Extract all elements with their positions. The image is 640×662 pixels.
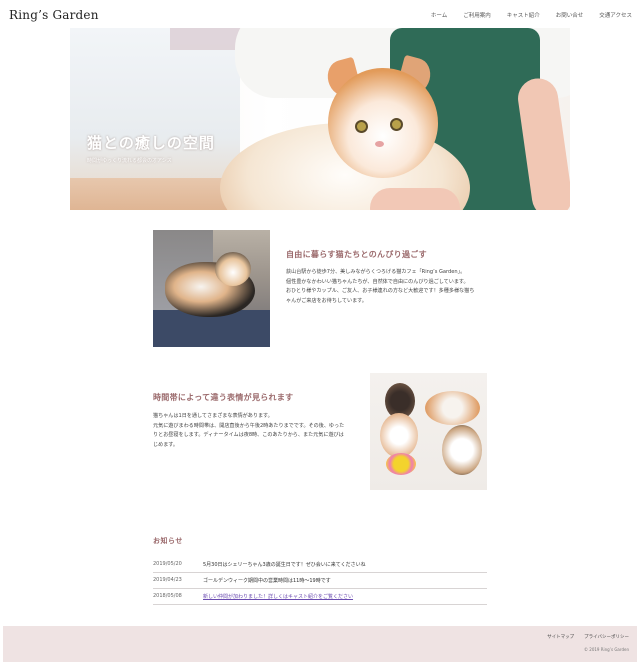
footer-privacy-link[interactable]: プライバシーポリシー (584, 634, 629, 640)
main-nav: ホーム ご利用案内 キャスト紹介 お問い合せ 交通アクセス (431, 11, 632, 19)
news-link[interactable]: 新しい仲間が加わりました！詳しくはキャスト紹介をご覧ください (203, 593, 353, 600)
hero-hand (370, 188, 460, 210)
nav-guide[interactable]: ご利用案内 (463, 11, 491, 19)
nav-home[interactable]: ホーム (431, 11, 447, 19)
section1-line: おひとり様やカップル、ご友人、お子様連れの方など大歓迎です！多種多様な猫ち (286, 288, 475, 294)
news-text: 5月30日はシェリーちゃん3歳の誕生日です！ぜひ会いに来てくださいね (203, 562, 366, 568)
section2-line: りとお昼寝をします。ディナータイムは夜8時、このあたりから、また元気に遊びは (153, 432, 344, 438)
cat-toy (386, 453, 416, 475)
section2-line: 猫ちゃんは1日を通してさまざまな表情があります。 (153, 413, 273, 419)
nav-access[interactable]: 交通アクセス (599, 11, 632, 19)
section1-line: 荻山台駅から徒歩7分、美しみながらくつろげる猫カフェ「Ring’s Garden… (286, 269, 466, 275)
copyright: © 2019 Ring’s Garden (584, 647, 629, 652)
hero-banner: 猫との癒しの空間 時間がゆっくり流れる都会のオアシス (70, 28, 570, 210)
news-item: 2019/04/23 ゴールデンウィーク期間中の営業時間は11時〜19時です (153, 573, 487, 589)
nav-cast[interactable]: キャスト紹介 (507, 11, 540, 19)
section2-line: じめます。 (153, 441, 178, 448)
news-title: お知らせ (153, 537, 183, 545)
section1-line: 個性豊かなかわいい猫ちゃんたちが、自然体で自由にのんびり過ごしています。 (286, 278, 469, 285)
news-date: 2019/05/20 (153, 561, 182, 567)
section2-text: 猫ちゃんは1日を通してさまざまな表情があります。 元気に遊びまわる時間帯は、開店… (153, 412, 344, 450)
hero-cat-head (328, 68, 438, 178)
section1-line: ゃんがご来店をお待ちしています。 (286, 297, 367, 304)
news-item: 2018/05/08 新しい仲間が加わりました！詳しくはキャスト紹介をご覧くださ… (153, 589, 487, 605)
section2-title: 時間帯によって違う表情が見られます (153, 393, 294, 402)
site-header: Ring’s Garden ホーム ご利用案内 キャスト紹介 お問い合せ 交通ア… (0, 0, 640, 28)
orange-cat (425, 391, 480, 425)
cat-lap-photo (153, 230, 270, 347)
news-date: 2018/05/08 (153, 593, 182, 599)
hero-title: 猫との癒しの空間 (87, 134, 215, 152)
nav-contact[interactable]: お問い合せ (556, 11, 584, 19)
cream-cat (380, 413, 418, 458)
site-footer: サイトマップ プライバシーポリシー © 2019 Ring’s Garden (3, 626, 637, 662)
news-date: 2019/04/23 (153, 577, 182, 583)
site-logo[interactable]: Ring’s Garden (9, 8, 99, 22)
news-text: ゴールデンウィーク期間中の営業時間は11時〜19時です (203, 578, 331, 584)
hero-subtitle: 時間がゆっくり流れる都会のオアシス (87, 158, 172, 164)
section2-line: 元気に遊びまわる時間帯は、開店直後から午後2時あたりまでです。その後、ゆった (153, 422, 345, 429)
news-list: 2019/05/20 5月30日はシェリーちゃん3歳の誕生日です！ぜひ会いに来て… (153, 557, 487, 605)
hero-cat-eye-right (390, 118, 403, 131)
cats-playing-photo (370, 373, 487, 490)
section1-text: 荻山台駅から徒歩7分、美しみながらくつろげる猫カフェ「Ring’s Garden… (286, 268, 474, 306)
hero-cat-nose (375, 141, 384, 147)
footer-sitemap-link[interactable]: サイトマップ (547, 634, 574, 640)
hero-cat-eye-left (355, 120, 368, 133)
calico-cat (442, 425, 482, 475)
footer-links: サイトマップ プライバシーポリシー (547, 634, 629, 640)
section1-title: 自由に暮らす猫たちとのんびり過ごす (286, 250, 427, 259)
calico-cat-head (215, 252, 251, 286)
news-item: 2019/05/20 5月30日はシェリーちゃん3歳の誕生日です！ぜひ会いに来て… (153, 557, 487, 573)
